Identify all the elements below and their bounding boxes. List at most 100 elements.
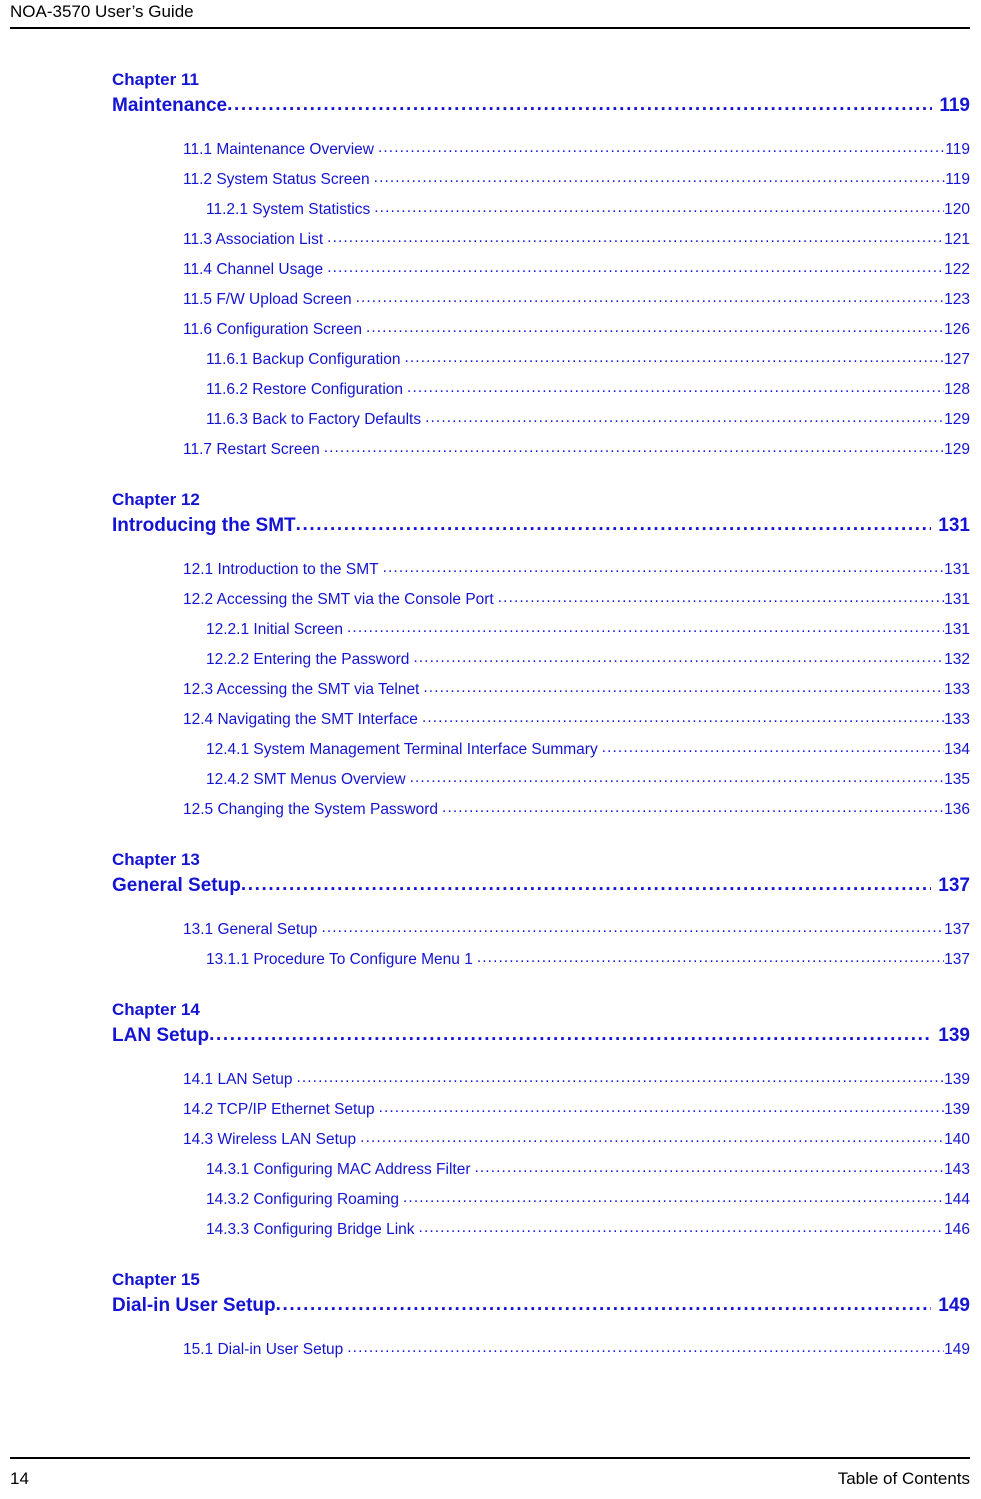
toc-leader-dots: ........................................… xyxy=(421,709,944,726)
toc-leader-dots: ........................................… xyxy=(418,1219,945,1236)
table-of-contents: Chapter 11 Maintenance...................… xyxy=(0,68,981,1365)
toc-subsection-entry[interactable]: 12.4.1 System Management Terminal Interf… xyxy=(0,735,981,765)
page-footer: 14 Table of Contents xyxy=(10,1467,970,1491)
header-divider-rule xyxy=(10,27,970,29)
toc-chapter-entry[interactable]: Dial-in User Setup .....................… xyxy=(0,1292,981,1319)
toc-entry-title: LAN Setup xyxy=(112,1025,210,1046)
toc-leader-dots: ........................................… xyxy=(377,139,946,156)
toc-entry-title: 12.4 Navigating the SMT Interface xyxy=(183,711,418,728)
toc-entry-page-number: 143 xyxy=(944,1161,970,1178)
chapter-block: Chapter 15 Dial-in User Setup ...........… xyxy=(0,1268,981,1365)
toc-entry-title: 14.3.1 Configuring MAC Address Filter xyxy=(206,1161,471,1178)
toc-entry-title: 12.2 Accessing the SMT via the Console P… xyxy=(183,591,494,608)
toc-leader-dots: ........................................… xyxy=(382,559,945,576)
chapter-label: Chapter 13 xyxy=(112,850,200,869)
chapter-title-spacer xyxy=(0,1049,981,1065)
toc-leader-dots: ........................................… xyxy=(327,259,944,276)
toc-entry-page-number: 137 xyxy=(944,921,970,938)
toc-subsection-entry[interactable]: 12.2.2 Entering the Password ...........… xyxy=(0,645,981,675)
toc-entry-title: 11.6 Configuration Screen xyxy=(183,321,362,338)
toc-entry-page-number: 139 xyxy=(944,1071,970,1088)
footer-section-title: Table of Contents xyxy=(837,1469,970,1488)
toc-subsection-entry[interactable]: 14.3.3 Configuring Bridge Link .........… xyxy=(0,1215,981,1245)
toc-entry-title: 14.2 TCP/IP Ethernet Setup xyxy=(183,1101,375,1118)
chapter-spacer xyxy=(0,825,981,848)
toc-entry-title: 11.6.1 Backup Configuration xyxy=(206,351,401,368)
toc-entry-page-number: 131 xyxy=(938,515,970,536)
toc-subsection-entry[interactable]: 13.1.1 Procedure To Configure Menu 1 ...… xyxy=(0,945,981,975)
toc-section-entry[interactable]: 11.7 Restart Screen ....................… xyxy=(0,435,981,465)
toc-entry-title: 14.1 LAN Setup xyxy=(183,1071,293,1088)
toc-entry-page-number: 123 xyxy=(944,291,970,308)
chapter-spacer xyxy=(0,1245,981,1268)
toc-entry-page-number: 127 xyxy=(944,351,970,368)
toc-subsection-entry[interactable]: 11.6.3 Back to Factory Defaults ........… xyxy=(0,405,981,435)
toc-entry-title: Dial-in User Setup xyxy=(112,1295,276,1316)
toc-subsection-entry[interactable]: 14.3.1 Configuring MAC Address Filter ..… xyxy=(0,1155,981,1185)
chapter-title-spacer xyxy=(0,539,981,555)
toc-section-entry[interactable]: 12.1 Introduction to the SMT ...........… xyxy=(0,555,981,585)
toc-entry-page-number: 136 xyxy=(944,801,970,818)
toc-entry-page-number: 133 xyxy=(944,711,970,728)
toc-entry-page-number: 134 xyxy=(944,741,970,758)
chapter-label: Chapter 14 xyxy=(112,1000,200,1019)
toc-subsection-entry[interactable]: 11.6.1 Backup Configuration ............… xyxy=(0,345,981,375)
toc-section-entry[interactable]: 11.1 Maintenance Overview ..............… xyxy=(0,135,981,165)
toc-section-entry[interactable]: 11.6 Configuration Screen ..............… xyxy=(0,315,981,345)
toc-leader-dots: ........................................… xyxy=(209,1024,932,1045)
toc-subsection-entry[interactable]: 11.2.1 System Statistics ...............… xyxy=(0,195,981,225)
toc-section-entry[interactable]: 13.1 General Setup .....................… xyxy=(0,915,981,945)
toc-chapter-entry[interactable]: Introducing the SMT ....................… xyxy=(0,512,981,539)
toc-leader-dots: ........................................… xyxy=(227,94,932,115)
toc-leader-dots: ........................................… xyxy=(295,514,932,535)
toc-entry-page-number: 146 xyxy=(944,1221,970,1238)
toc-entry-page-number: 137 xyxy=(944,951,970,968)
toc-entry-title: 14.3.3 Configuring Bridge Link xyxy=(206,1221,415,1238)
toc-subsection-entry[interactable]: 11.6.2 Restore Configuration ...........… xyxy=(0,375,981,405)
toc-leader-dots: ........................................… xyxy=(323,439,944,456)
toc-section-entry[interactable]: 11.4 Channel Usage .....................… xyxy=(0,255,981,285)
chapter-title-spacer xyxy=(0,899,981,915)
toc-entry-page-number: 139 xyxy=(944,1101,970,1118)
toc-section-entry[interactable]: 12.4 Navigating the SMT Interface ......… xyxy=(0,705,981,735)
toc-leader-dots: ........................................… xyxy=(374,199,945,216)
toc-subsection-entry[interactable]: 12.2.1 Initial Screen ..................… xyxy=(0,615,981,645)
toc-entry-title: 12.5 Changing the System Password xyxy=(183,801,439,818)
toc-section-entry[interactable]: 14.2 TCP/IP Ethernet Setup .............… xyxy=(0,1095,981,1125)
footer-page-number: 14 xyxy=(10,1469,29,1488)
toc-section-entry[interactable]: 12.5 Changing the System Password ......… xyxy=(0,795,981,825)
toc-entry-page-number: 128 xyxy=(944,381,970,398)
toc-subsection-entry[interactable]: 14.3.2 Configuring Roaming .............… xyxy=(0,1185,981,1215)
document-title-header: NOA-3570 User’s Guide xyxy=(10,2,194,21)
toc-section-entry[interactable]: 12.3 Accessing the SMT via Telnet ......… xyxy=(0,675,981,705)
toc-section-entry[interactable]: 14.1 LAN Setup .........................… xyxy=(0,1065,981,1095)
toc-section-entry[interactable]: 11.5 F/W Upload Screen .................… xyxy=(0,285,981,315)
toc-entry-page-number: 122 xyxy=(944,261,970,278)
chapter-block: Chapter 13 General Setup.................… xyxy=(0,848,981,975)
toc-entry-title: 11.6.3 Back to Factory Defaults xyxy=(206,411,422,428)
toc-section-entry[interactable]: 14.3 Wireless LAN Setup ................… xyxy=(0,1125,981,1155)
toc-section-entry[interactable]: 15.1 Dial-in User Setup ................… xyxy=(0,1335,981,1365)
toc-entry-title: 14.3 Wireless LAN Setup xyxy=(183,1131,357,1148)
toc-leader-dots: ........................................… xyxy=(373,169,946,186)
toc-section-entry[interactable]: 11.2 System Status Screen ..............… xyxy=(0,165,981,195)
toc-section-entry[interactable]: 12.2 Accessing the SMT via the Console P… xyxy=(0,585,981,615)
toc-leader-dots: ........................................… xyxy=(296,1069,944,1086)
toc-entry-page-number: 126 xyxy=(944,321,970,338)
toc-entry-title: 12.2.1 Initial Screen xyxy=(206,621,344,638)
toc-entry-title: 12.2.2 Entering the Password xyxy=(206,651,410,668)
toc-leader-dots: ........................................… xyxy=(347,619,944,636)
toc-entry-title: 13.1.1 Procedure To Configure Menu 1 xyxy=(206,951,473,968)
toc-entry-title: General Setup xyxy=(112,875,241,896)
toc-entry-title: 11.2 System Status Screen xyxy=(183,171,370,188)
toc-entry-page-number: 132 xyxy=(944,651,970,668)
toc-chapter-entry[interactable]: Maintenance.............................… xyxy=(0,92,981,119)
toc-chapter-entry[interactable]: LAN Setup...............................… xyxy=(0,1022,981,1049)
toc-subsection-entry[interactable]: 12.4.2 SMT Menus Overview ..............… xyxy=(0,765,981,795)
toc-leader-dots: ........................................… xyxy=(413,649,945,666)
chapter-label: Chapter 12 xyxy=(112,490,200,509)
toc-chapter-entry[interactable]: General Setup...........................… xyxy=(0,872,981,899)
toc-entry-title: 11.4 Channel Usage xyxy=(183,261,324,278)
chapter-title-spacer xyxy=(0,1319,981,1335)
toc-section-entry[interactable]: 11.3 Association List ..................… xyxy=(0,225,981,255)
